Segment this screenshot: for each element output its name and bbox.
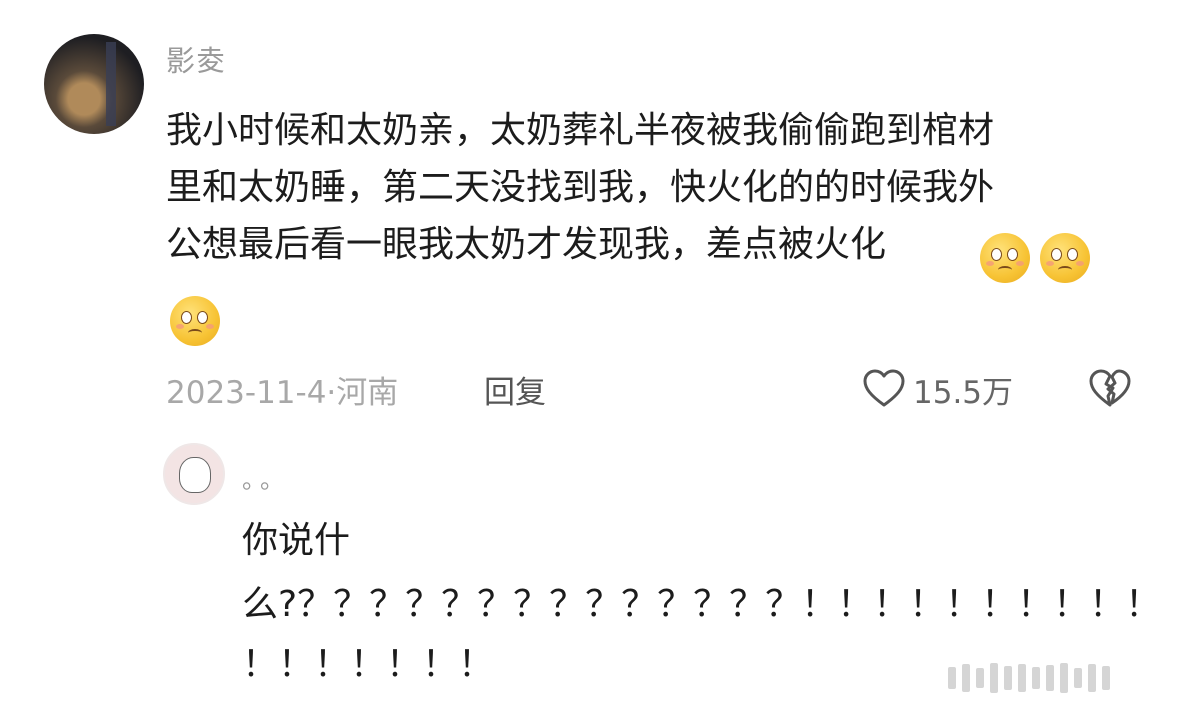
reply-text-line: ！！！！！！！ xyxy=(242,644,495,685)
heart-icon[interactable] xyxy=(862,368,906,408)
pleading-face-emoji xyxy=(1040,233,1090,283)
avatar-background-detail xyxy=(106,42,116,126)
pleading-face-emoji xyxy=(980,233,1030,283)
reply-text-line: 你说什 xyxy=(242,520,351,561)
comment-text-line: 公想最后看一眼我太奶才发现我，差点被火化 xyxy=(166,224,887,265)
like-count: 15.5万 xyxy=(913,375,1014,411)
pleading-face-emoji xyxy=(170,296,220,346)
commenter-username[interactable]: 影夌 xyxy=(166,38,226,80)
reply-button[interactable]: 回复 xyxy=(484,367,546,412)
comment-date-location: 2023-11-4·河南 xyxy=(166,375,399,411)
broken-heart-icon[interactable] xyxy=(1088,368,1132,408)
watermark-barcode xyxy=(948,660,1170,696)
bear-icon xyxy=(179,457,211,493)
comment-text-line: 里和太奶睡，第二天没找到我，快火化的的时候我外 xyxy=(166,167,995,208)
commenter-avatar[interactable] xyxy=(44,34,144,134)
reply-text-line: 么?？？？？？？？？？？？？？？！！！！！！！！！！ xyxy=(242,584,1162,625)
replier-username[interactable]: 。。 xyxy=(242,460,290,495)
comment-text-line: 我小时候和太奶亲，太奶葬礼半夜被我偷偷跑到棺材 xyxy=(166,110,995,151)
replier-avatar[interactable] xyxy=(163,443,225,505)
